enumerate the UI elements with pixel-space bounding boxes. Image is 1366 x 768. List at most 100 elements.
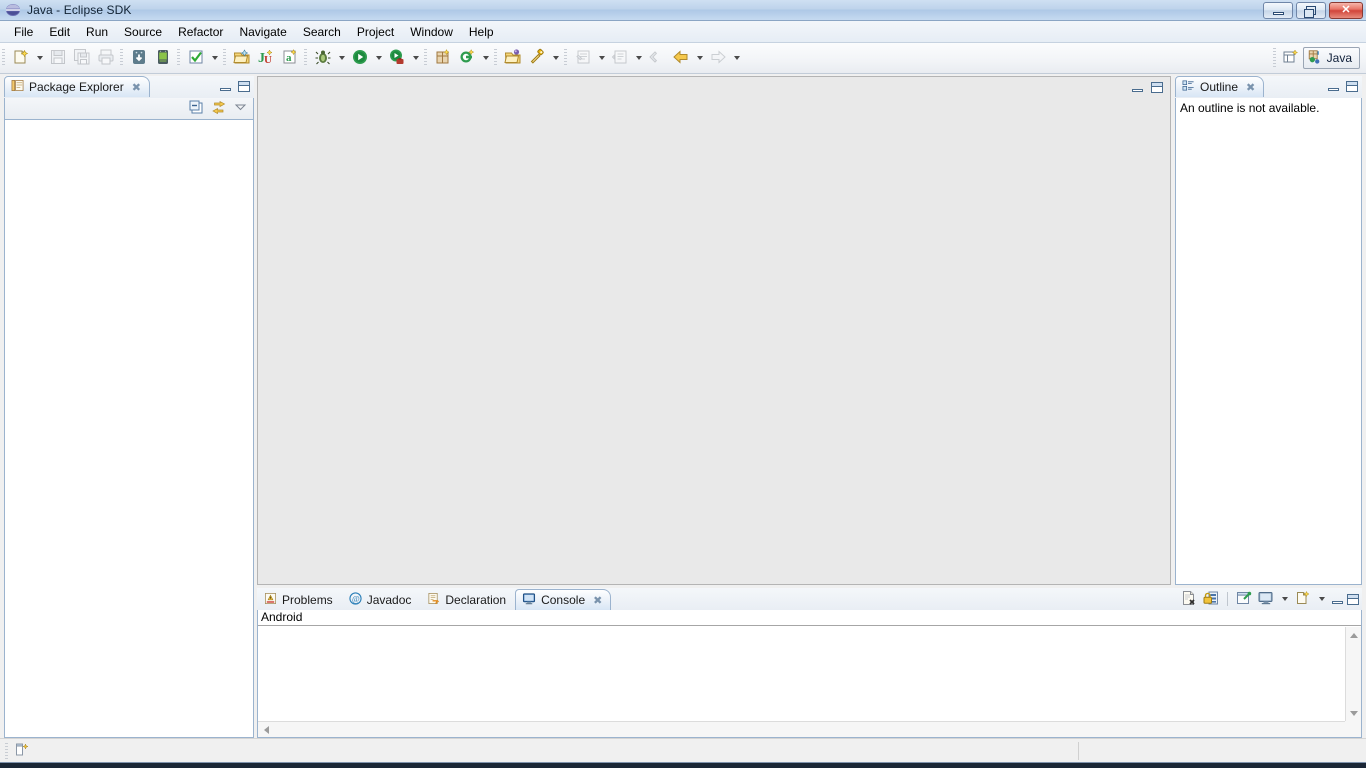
search-dropdown[interactable]	[549, 46, 562, 70]
console-vertical-scrollbar[interactable]	[1345, 627, 1361, 721]
build-dropdown[interactable]	[208, 46, 221, 70]
maximize-button[interactable]	[1150, 80, 1164, 94]
scroll-down-arrow-icon[interactable]	[1346, 705, 1362, 721]
next-annotation-button[interactable]	[571, 46, 595, 70]
link-with-editor-icon[interactable]	[211, 100, 227, 118]
toolbar-grip-5[interactable]	[304, 49, 307, 67]
clear-console-button[interactable]	[1179, 590, 1199, 608]
clear-console-icon	[1181, 590, 1197, 609]
menu-refactor[interactable]: Refactor	[170, 23, 231, 41]
new-class-button[interactable]	[455, 46, 479, 70]
java-perspective-icon	[1307, 49, 1323, 68]
run-button[interactable]	[348, 46, 372, 70]
maximize-icon	[1347, 593, 1359, 605]
minimize-button[interactable]	[1130, 80, 1144, 94]
maximize-button[interactable]	[237, 79, 251, 93]
open-perspective-button[interactable]	[1279, 46, 1303, 70]
tab-problems[interactable]: Problems	[257, 589, 342, 610]
android-avd-manager-button[interactable]	[151, 46, 175, 70]
menu-file[interactable]: File	[6, 23, 41, 41]
menu-source[interactable]: Source	[116, 23, 170, 41]
close-icon[interactable]: ✖	[593, 594, 602, 607]
close-icon[interactable]: ✖	[132, 81, 141, 94]
new-java-project-button[interactable]	[230, 46, 254, 70]
toolbar-grip-4[interactable]	[223, 49, 226, 67]
minimize-button[interactable]	[1263, 2, 1293, 19]
toolbar-grip-6[interactable]	[424, 49, 427, 67]
new-wizard-dropdown[interactable]	[33, 46, 46, 70]
tab-javadoc[interactable]: @ Javadoc	[342, 589, 421, 610]
tab-console[interactable]: Console ✖	[515, 589, 612, 610]
pin-console-button[interactable]	[1234, 590, 1254, 608]
scroll-lock-button[interactable]	[1201, 590, 1221, 608]
maximize-button[interactable]	[1346, 592, 1360, 606]
new-class-dropdown[interactable]	[479, 46, 492, 70]
status-bar-grip[interactable]	[5, 742, 8, 759]
toolbar-grip[interactable]	[2, 49, 5, 67]
back-dropdown[interactable]	[693, 46, 706, 70]
tab-package-explorer[interactable]: Package Explorer ✖	[4, 76, 150, 97]
save-all-button[interactable]	[70, 46, 94, 70]
toolbar-grip-3[interactable]	[177, 49, 180, 67]
build-button[interactable]	[184, 46, 208, 70]
debug-button[interactable]	[311, 46, 335, 70]
previous-annotation-dropdown[interactable]	[632, 46, 645, 70]
debug-dropdown[interactable]	[335, 46, 348, 70]
perspective-grip[interactable]	[1272, 48, 1276, 68]
perspective-java-button[interactable]: Java	[1302, 47, 1360, 69]
display-selected-console-button[interactable]	[1256, 590, 1276, 608]
close-icon: ✕	[1341, 4, 1351, 16]
forward-dropdown[interactable]	[730, 46, 743, 70]
close-button[interactable]: ✕	[1329, 2, 1363, 19]
toolbar-grip-7[interactable]	[494, 49, 497, 67]
view-menu-icon[interactable]	[234, 101, 248, 116]
scroll-left-arrow-icon[interactable]	[258, 722, 274, 738]
minimize-button[interactable]	[1326, 79, 1340, 93]
new-wizard-button[interactable]	[9, 46, 33, 70]
minimize-button[interactable]	[218, 79, 232, 93]
previous-annotation-button[interactable]	[608, 46, 632, 70]
maximize-button[interactable]	[1296, 2, 1326, 19]
menu-edit[interactable]: Edit	[41, 23, 78, 41]
print-button[interactable]	[94, 46, 118, 70]
menu-window[interactable]: Window	[402, 23, 461, 41]
tab-outline[interactable]: Outline ✖	[1175, 76, 1265, 97]
toolbar-grip-8[interactable]	[564, 49, 567, 67]
external-tools-dropdown[interactable]	[409, 46, 422, 70]
console-horizontal-scrollbar[interactable]	[258, 721, 1345, 737]
android-sdk-manager-button[interactable]	[127, 46, 151, 70]
open-console-button[interactable]	[1293, 590, 1313, 608]
menu-help[interactable]: Help	[461, 23, 502, 41]
last-edit-location-button[interactable]	[645, 46, 669, 70]
minimize-button[interactable]	[1330, 592, 1344, 606]
menu-search[interactable]: Search	[295, 23, 349, 41]
editor-area[interactable]	[257, 76, 1171, 585]
new-annotation-button[interactable]: a	[278, 46, 302, 70]
package-explorer-tree[interactable]	[4, 120, 254, 738]
tab-declaration[interactable]: Declaration	[420, 589, 515, 610]
save-button[interactable]	[46, 46, 70, 70]
menu-navigate[interactable]: Navigate	[231, 23, 294, 41]
search-button[interactable]	[525, 46, 549, 70]
menu-project[interactable]: Project	[349, 23, 402, 41]
run-icon	[351, 48, 369, 69]
new-junit-test-button[interactable]: J U	[254, 46, 278, 70]
tab-package-explorer-label: Package Explorer	[29, 80, 124, 94]
tab-declaration-label: Declaration	[445, 592, 507, 607]
external-tools-button[interactable]	[385, 46, 409, 70]
display-selected-console-dropdown[interactable]	[1278, 590, 1291, 608]
forward-button[interactable]	[706, 46, 730, 70]
run-dropdown[interactable]	[372, 46, 385, 70]
toolbar-grip-2[interactable]	[120, 49, 123, 67]
open-console-dropdown[interactable]	[1315, 590, 1328, 608]
back-button[interactable]	[669, 46, 693, 70]
close-icon[interactable]: ✖	[1246, 81, 1255, 94]
open-type-button[interactable]	[501, 46, 525, 70]
maximize-button[interactable]	[1345, 79, 1359, 93]
console-output[interactable]	[259, 627, 1345, 721]
menu-run[interactable]: Run	[78, 23, 116, 41]
new-package-button[interactable]	[431, 46, 455, 70]
collapse-all-icon[interactable]	[189, 100, 204, 118]
next-annotation-dropdown[interactable]	[595, 46, 608, 70]
scroll-up-arrow-icon[interactable]	[1346, 627, 1362, 643]
